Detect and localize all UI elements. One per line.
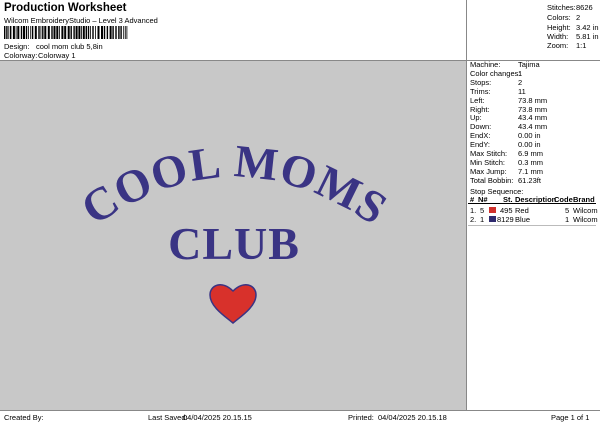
divider-bottom bbox=[0, 410, 600, 411]
machine-stat-label: Down: bbox=[470, 122, 492, 132]
printed-value: 04/04/2025 20.15.18 bbox=[378, 413, 447, 422]
row-2-n: 1 bbox=[480, 215, 485, 224]
width-label: Width: bbox=[547, 32, 569, 41]
stitches-label: Stitches: bbox=[547, 3, 576, 12]
machine-stat-label: EndX: bbox=[470, 131, 491, 141]
machine-stat-value: 11 bbox=[518, 86, 526, 96]
heart-icon bbox=[209, 284, 257, 324]
machine-stat-label: Max Jump: bbox=[470, 166, 507, 176]
machine-stat-label: Right: bbox=[470, 104, 490, 114]
machine-stat-value: Tajima bbox=[518, 60, 540, 69]
row-2-desc: Blue bbox=[515, 215, 531, 224]
artwork-line-2: CLUB bbox=[168, 218, 300, 269]
machine-stat-label: Stops: bbox=[470, 77, 492, 87]
machine-stat-value: 2 bbox=[518, 77, 523, 87]
machine-stat-label: Color changes: bbox=[470, 68, 521, 78]
machine-stat-value: 0.00 in bbox=[518, 140, 541, 150]
row-2-brand: Wilcom bbox=[573, 215, 598, 224]
machine-stat-label: Left: bbox=[470, 95, 485, 105]
software-subtitle: Wilcom EmbroideryStudio – Level 3 Advanc… bbox=[4, 16, 158, 25]
design-value: cool mom club 5,8in bbox=[36, 42, 103, 51]
row-1-brand: Wilcom bbox=[573, 206, 598, 215]
machine-stat-value: 43.4 mm bbox=[518, 113, 548, 123]
machine-stat-value: 1 bbox=[518, 68, 523, 78]
row-1-desc: Red bbox=[515, 206, 529, 215]
color-swatch-blue bbox=[489, 216, 496, 222]
machine-stat-value: 61.23ft bbox=[518, 175, 541, 185]
colorway-value: Colorway 1 bbox=[38, 51, 76, 60]
last-saved-value: 04/04/2025 20.15.15 bbox=[183, 413, 252, 422]
machine-stat-label: Total Bobbin: bbox=[470, 175, 514, 185]
zoom-label: Zoom: bbox=[547, 41, 569, 50]
last-saved-label: Last Saved: bbox=[148, 413, 188, 422]
machine-stat-label: Min Stitch: bbox=[470, 157, 506, 167]
machine-stat-value: 6.9 mm bbox=[518, 149, 544, 158]
row-1-num: 1. bbox=[470, 206, 477, 215]
zoom-value: 1:1 bbox=[576, 41, 587, 50]
design-label: Design: bbox=[4, 42, 30, 51]
embroidery-artwork: COOL MOMS CLUB bbox=[72, 135, 396, 324]
created-by-label: Created By: bbox=[4, 413, 44, 422]
sequence-divider bbox=[468, 203, 596, 204]
divider-vertical bbox=[466, 0, 467, 410]
machine-stat-label: Up: bbox=[470, 113, 482, 123]
width-value: 5.81 in bbox=[576, 32, 599, 41]
row-2-num: 2. bbox=[470, 215, 477, 224]
row-1-n: 5 bbox=[480, 206, 485, 215]
machine-stat-value: 0.00 in bbox=[518, 131, 541, 141]
row-2-st: 8129 bbox=[497, 215, 514, 224]
colors-label: Colors: bbox=[547, 13, 571, 22]
design-canvas: COOL MOMS CLUB bbox=[0, 61, 466, 410]
height-label: Height: bbox=[547, 23, 571, 32]
stitches-value: 8626 bbox=[576, 3, 593, 12]
row-2-code: 1 bbox=[565, 215, 570, 224]
printed-label: Printed: bbox=[348, 413, 374, 422]
machine-stat-value: 7.1 mm bbox=[518, 166, 544, 176]
sequence-divider-bottom bbox=[468, 225, 596, 226]
machine-stat-value: 43.4 mm bbox=[518, 122, 548, 132]
machine-stat-value: 0.3 mm bbox=[518, 157, 544, 167]
machine-stat-label: Max Stitch: bbox=[470, 149, 508, 158]
colors-value: 2 bbox=[576, 13, 581, 22]
machine-stat-label: EndY: bbox=[470, 140, 491, 150]
colorway-label: Colorway: bbox=[4, 51, 38, 60]
machine-stat-value: 73.8 mm bbox=[518, 95, 548, 105]
page-title: Production Worksheet bbox=[4, 2, 127, 14]
page-number: Page 1 of 1 bbox=[551, 413, 590, 422]
barcode bbox=[4, 26, 128, 39]
machine-stat-label: Trims: bbox=[470, 86, 491, 96]
machine-stat-value: 73.8 mm bbox=[518, 104, 548, 114]
color-swatch-red bbox=[489, 207, 496, 213]
row-1-st: 495 bbox=[500, 206, 513, 215]
height-value: 3.42 in bbox=[576, 23, 599, 32]
row-1-code: 5 bbox=[565, 206, 570, 215]
machine-stat-label: Machine: bbox=[470, 60, 501, 69]
